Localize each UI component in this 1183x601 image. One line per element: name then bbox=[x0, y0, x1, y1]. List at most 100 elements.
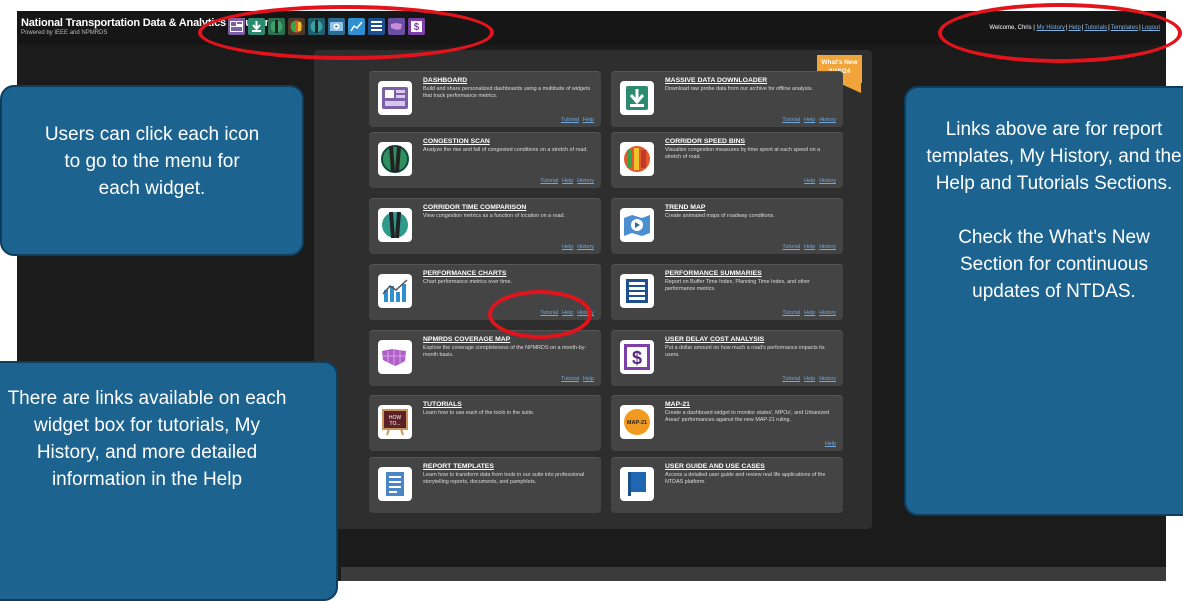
callout-links: There are links available on each widget… bbox=[0, 361, 338, 601]
widget-card-report-templates[interactable]: REPORT TEMPLATES Learn how to transform d… bbox=[369, 457, 601, 513]
widget-description: Report on Buffer Time Index, Planning Ti… bbox=[665, 279, 810, 292]
widget-card-npmrds-coverage-map[interactable]: NPMRDS COVERAGE MAP Explore the coverage … bbox=[369, 330, 601, 386]
whats-new-label: What's New bbox=[821, 59, 858, 66]
widget-card-user-delay-cost-analysis[interactable]: $ USER DELAY COST ANALYSIS Put a dollar am… bbox=[611, 330, 843, 386]
widget-link-help[interactable]: Help bbox=[562, 178, 573, 184]
widget-title[interactable]: USER GUIDE AND USE CASES bbox=[665, 463, 765, 470]
widget-link-tutorial[interactable]: Tutorial bbox=[782, 310, 800, 316]
widget-links: Tutorial Help History bbox=[778, 376, 836, 382]
widget-description: Create a dashboard widget to monitor sta… bbox=[665, 410, 830, 423]
svg-text:TO...: TO... bbox=[389, 421, 400, 427]
speed-bins-icon[interactable] bbox=[620, 142, 654, 176]
highlight-oval-icons bbox=[198, 5, 494, 60]
widget-card-congestion-scan[interactable]: CONGESTION SCAN Analyze the rise and fall… bbox=[369, 132, 601, 188]
highlight-oval-links bbox=[938, 3, 1182, 63]
widget-link-tutorial[interactable]: Tutorial bbox=[782, 244, 800, 250]
widget-links: Tutorial Help History bbox=[778, 310, 836, 316]
widget-link-help[interactable]: Help bbox=[804, 244, 815, 250]
widget-description: View congestion metrics as a function of… bbox=[423, 213, 565, 219]
widget-title[interactable]: USER DELAY COST ANALYSIS bbox=[665, 336, 764, 343]
book-icon[interactable] bbox=[620, 467, 654, 501]
widget-description: Learn how to transform data from tools i… bbox=[423, 472, 585, 485]
widget-description: Put a dollar amount on how much a road's… bbox=[665, 345, 825, 358]
widget-links: Help History bbox=[800, 178, 836, 184]
widget-link-history[interactable]: History bbox=[819, 178, 836, 184]
download-icon[interactable] bbox=[620, 81, 654, 115]
widget-description: Access a detailed user guide and review … bbox=[665, 472, 826, 485]
widget-title[interactable]: DASHBOARD bbox=[423, 77, 467, 84]
widget-link-help[interactable]: Help bbox=[804, 376, 815, 382]
widget-links: Tutorial Help bbox=[557, 376, 594, 382]
us-map-icon[interactable] bbox=[378, 340, 412, 374]
callout-header-links-text: Links above are for report templates, My… bbox=[926, 119, 1182, 194]
widget-link-history[interactable]: History bbox=[819, 310, 836, 316]
widget-title[interactable]: CORRIDOR SPEED BINS bbox=[665, 138, 745, 145]
table-icon[interactable] bbox=[620, 274, 654, 308]
road-globe-icon[interactable] bbox=[378, 142, 412, 176]
widget-link-tutorial[interactable]: Tutorial bbox=[782, 376, 800, 382]
widget-card-performance-summaries[interactable]: PERFORMANCE SUMMARIES Report on Buffer Ti… bbox=[611, 264, 843, 320]
callout-whats-new-text: Check the What's New Section for continu… bbox=[958, 227, 1150, 302]
widget-links: Help History bbox=[558, 244, 594, 250]
widget-link-history[interactable]: History bbox=[819, 244, 836, 250]
svg-text:MAP-21: MAP-21 bbox=[627, 420, 647, 426]
widget-link-help[interactable]: Help bbox=[562, 244, 573, 250]
widget-title[interactable]: TREND MAP bbox=[665, 204, 705, 211]
app-subtitle: Powered by IEEE and NPMRDS bbox=[21, 30, 108, 36]
widget-link-help[interactable]: Help bbox=[825, 441, 836, 447]
bar-chart-icon[interactable] bbox=[378, 274, 412, 308]
dollar-icon[interactable]: $ bbox=[620, 340, 654, 374]
widget-title[interactable]: CONGESTION SCAN bbox=[423, 138, 490, 145]
widget-title[interactable]: TUTORIALS bbox=[423, 401, 462, 408]
document-icon[interactable] bbox=[378, 467, 412, 501]
widget-links: Tutorial Help History bbox=[778, 244, 836, 250]
widget-card-massive-data-downloader[interactable]: MASSIVE DATA DOWNLOADER Download raw prob… bbox=[611, 71, 843, 127]
widget-link-history[interactable]: History bbox=[577, 244, 594, 250]
widget-description: Chart performance metrics over time. bbox=[423, 279, 512, 285]
widget-title[interactable]: NPMRDS COVERAGE MAP bbox=[423, 336, 510, 343]
chalkboard-icon[interactable]: HOW TO... bbox=[378, 405, 412, 439]
widget-link-tutorial[interactable]: Tutorial bbox=[561, 376, 579, 382]
widget-link-history[interactable]: History bbox=[819, 376, 836, 382]
widget-description: Visualize congestion measures by time sp… bbox=[665, 147, 821, 160]
dashboard-icon[interactable] bbox=[378, 81, 412, 115]
widget-card-corridor-time-comparison[interactable]: CORRIDOR TIME COMPARISON View congestion … bbox=[369, 198, 601, 254]
widget-title[interactable]: CORRIDOR TIME COMPARISON bbox=[423, 204, 526, 211]
widget-link-help[interactable]: Help bbox=[804, 117, 815, 123]
widget-card-user-guide-and-use-cases[interactable]: USER GUIDE AND USE CASES Access a detaile… bbox=[611, 457, 843, 513]
callout-header-links: Links above are for report templates, My… bbox=[904, 86, 1183, 516]
widget-card-tutorials[interactable]: HOW TO... TUTORIALS Learn how to use each o… bbox=[369, 395, 601, 451]
callout-icons: Users can click each icon to go to the m… bbox=[0, 85, 304, 256]
widget-card-dashboard[interactable]: DASHBOARD Build and share personalized da… bbox=[369, 71, 601, 127]
widget-card-corridor-speed-bins[interactable]: CORRIDOR SPEED BINS Visualize congestion … bbox=[611, 132, 843, 188]
widget-title[interactable]: MASSIVE DATA DOWNLOADER bbox=[665, 77, 767, 84]
widget-link-tutorial[interactable]: Tutorial bbox=[782, 117, 800, 123]
widget-description: Explore the coverage completeness of the… bbox=[423, 345, 587, 358]
highlight-oval-card-links bbox=[488, 290, 592, 339]
widget-title[interactable]: MAP-21 bbox=[665, 401, 690, 408]
map-play-icon[interactable] bbox=[620, 208, 654, 242]
bottom-bar bbox=[341, 567, 1166, 581]
widget-title[interactable]: PERFORMANCE CHARTS bbox=[423, 270, 506, 277]
widget-title[interactable]: REPORT TEMPLATES bbox=[423, 463, 494, 470]
svg-text:$: $ bbox=[632, 348, 642, 368]
widget-link-tutorial[interactable]: Tutorial bbox=[540, 178, 558, 184]
widget-link-help[interactable]: Help bbox=[583, 376, 594, 382]
widget-link-help[interactable]: Help bbox=[804, 310, 815, 316]
widget-link-history[interactable]: History bbox=[819, 117, 836, 123]
widget-title[interactable]: PERFORMANCE SUMMARIES bbox=[665, 270, 762, 277]
widget-card-trend-map[interactable]: TREND MAP Create animated maps of roadway… bbox=[611, 198, 843, 254]
widget-description: Learn how to use each of the tools in th… bbox=[423, 410, 535, 416]
widget-description: Download raw probe data from our archive… bbox=[665, 86, 813, 92]
widget-description: Analyze the rise and fall of congested c… bbox=[423, 147, 588, 153]
widget-links: Tutorial Help History bbox=[778, 117, 836, 123]
widget-link-history[interactable]: History bbox=[577, 178, 594, 184]
widget-description: Build and share personalized dashboards … bbox=[423, 86, 591, 99]
widget-link-help[interactable]: Help bbox=[804, 178, 815, 184]
widget-links: Tutorial Help bbox=[557, 117, 594, 123]
widget-card-map-21[interactable]: MAP-21 MAP-21 Create a dashboard widget to… bbox=[611, 395, 843, 451]
widget-link-help[interactable]: Help bbox=[583, 117, 594, 123]
widget-link-tutorial[interactable]: Tutorial bbox=[561, 117, 579, 123]
corridor-globe-icon[interactable] bbox=[378, 208, 412, 242]
map21-icon[interactable]: MAP-21 bbox=[620, 405, 654, 439]
